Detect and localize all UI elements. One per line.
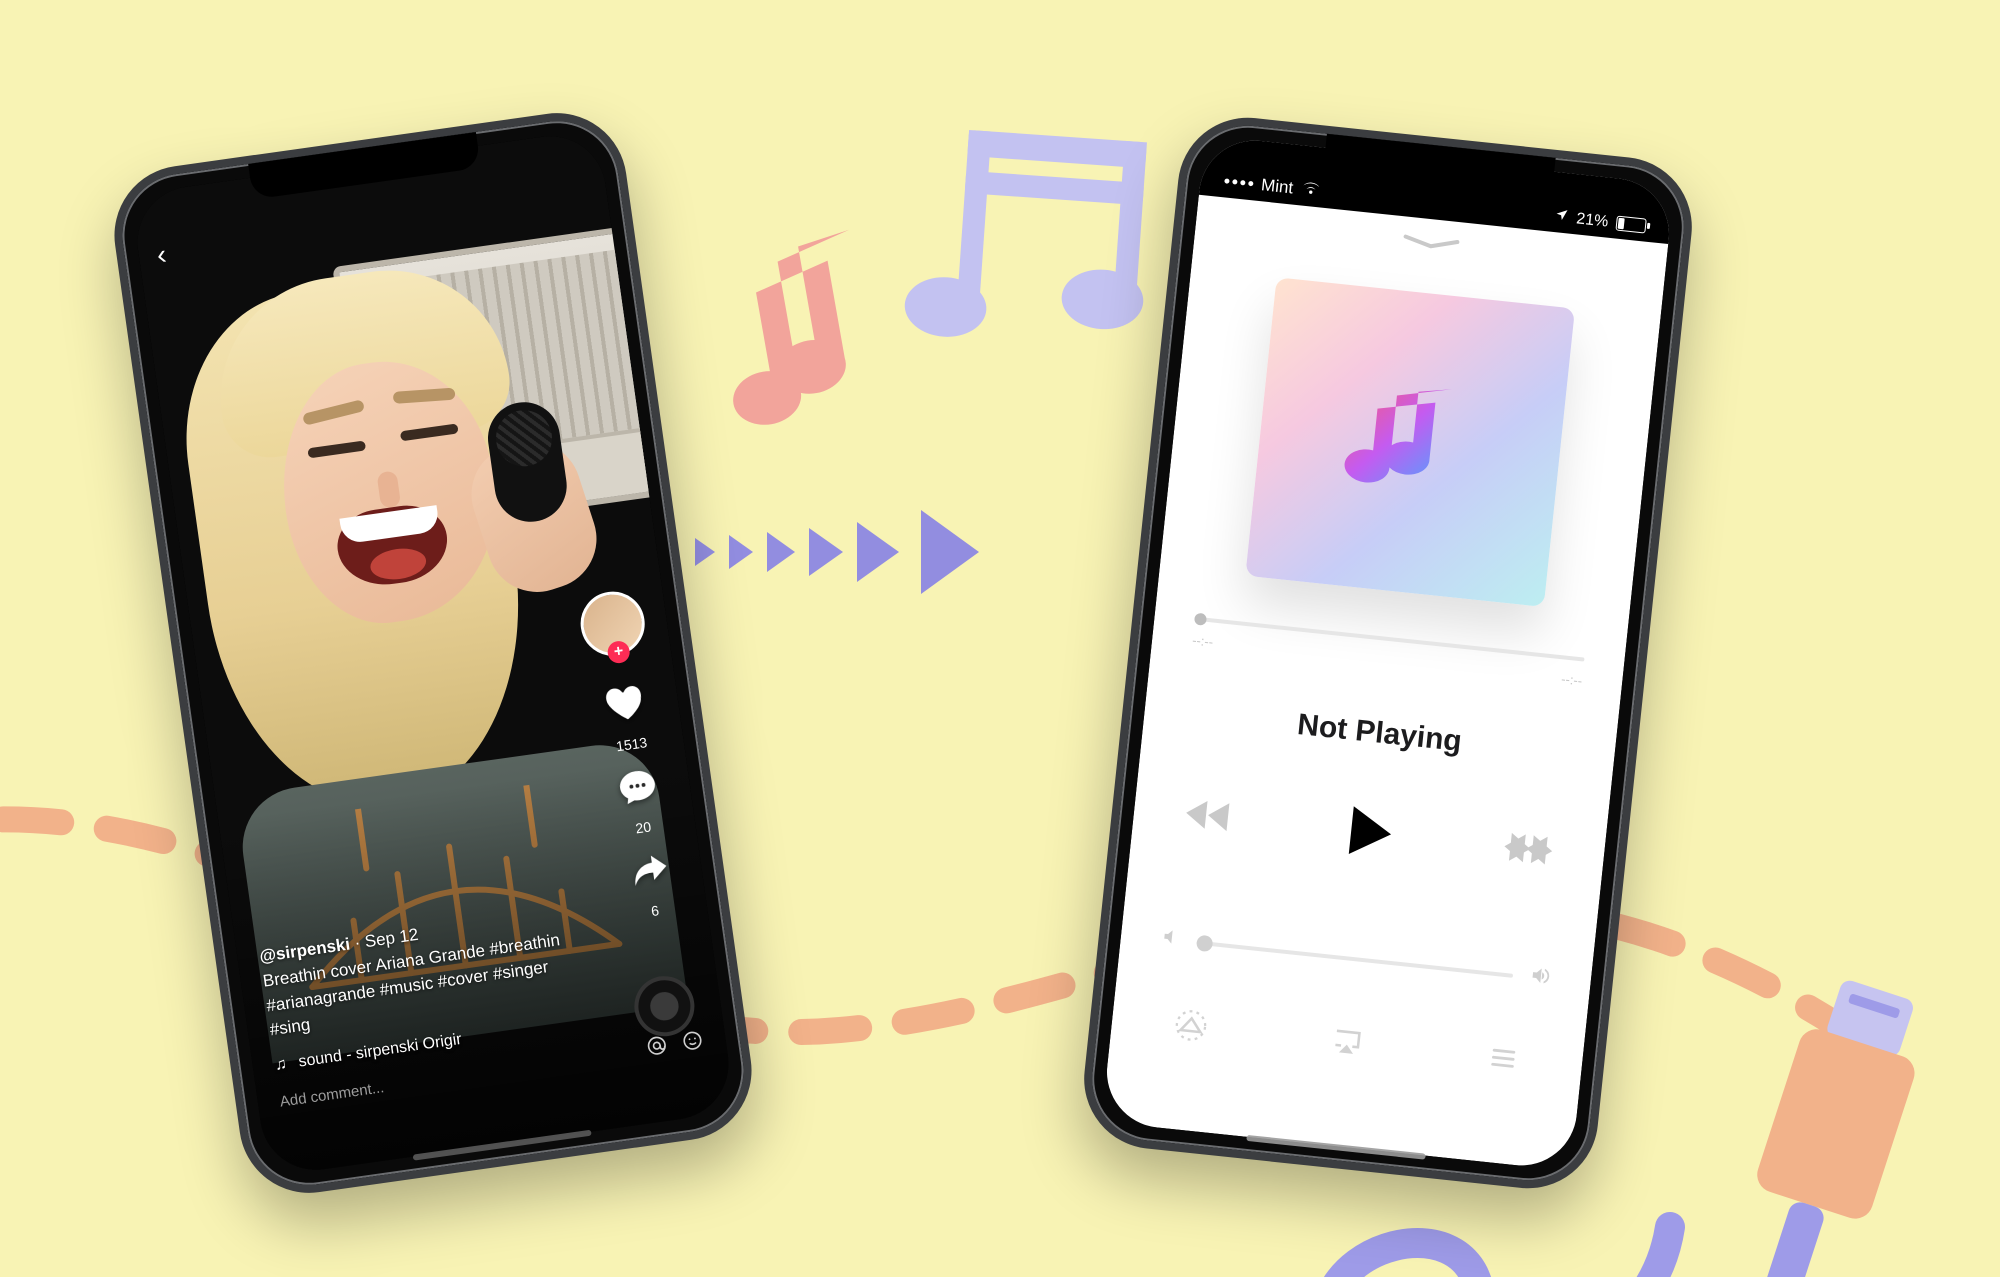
- volume-slider[interactable]: [1160, 925, 1553, 993]
- signal-dots-icon: [1224, 178, 1253, 186]
- share-button[interactable]: 6: [617, 845, 686, 923]
- battery-percent: 21%: [1575, 210, 1609, 231]
- wifi-icon: [1300, 178, 1322, 201]
- lightning-plug-icon: [1700, 972, 1960, 1277]
- phone-left: ‹ + 1513 20: [105, 104, 760, 1202]
- stage: ‹ + 1513 20: [0, 0, 2000, 1277]
- album-art-placeholder[interactable]: [1245, 277, 1575, 607]
- now-playing-title: Not Playing: [1143, 692, 1616, 775]
- phone-right: Mint 21%: [1077, 111, 1698, 1195]
- comment-icon: [605, 762, 672, 822]
- volume-high-icon: [1527, 964, 1552, 993]
- volume-low-icon: [1160, 926, 1183, 953]
- mention-icon[interactable]: [644, 1033, 670, 1064]
- location-icon: [1554, 207, 1570, 227]
- battery-icon: [1615, 216, 1646, 234]
- playback-destination-button[interactable]: [1171, 1007, 1209, 1049]
- queue-button[interactable]: [1484, 1040, 1522, 1082]
- comment-button[interactable]: 20: [605, 762, 674, 840]
- airplay-button[interactable]: [1328, 1023, 1366, 1065]
- post-date: Sep 12: [364, 925, 420, 951]
- like-button[interactable]: 1513: [593, 679, 662, 757]
- share-icon: [617, 845, 684, 905]
- carrier-label: Mint: [1260, 175, 1294, 198]
- emoji-icon[interactable]: [680, 1028, 706, 1059]
- music-note-icon: [1328, 360, 1493, 525]
- time-remaining: --:--: [1561, 671, 1583, 688]
- tiktok-screen: ‹ + 1513 20: [130, 129, 735, 1177]
- transfer-arrows-decor: [695, 510, 979, 594]
- time-elapsed: --:--: [1192, 633, 1214, 650]
- heart-icon: [593, 679, 660, 739]
- comment-placeholder: Add comment...: [279, 1079, 385, 1110]
- music-now-playing-screen: Mint 21%: [1101, 135, 1674, 1171]
- sheet-grabber[interactable]: [1401, 234, 1462, 248]
- beamed-note-icon: [896, 111, 1174, 393]
- music-note-icon: [700, 205, 930, 479]
- forward-button[interactable]: [1500, 826, 1556, 876]
- music-note-icon: ♫: [274, 1055, 288, 1074]
- rewind-button[interactable]: [1182, 793, 1238, 843]
- play-button[interactable]: [1342, 804, 1396, 866]
